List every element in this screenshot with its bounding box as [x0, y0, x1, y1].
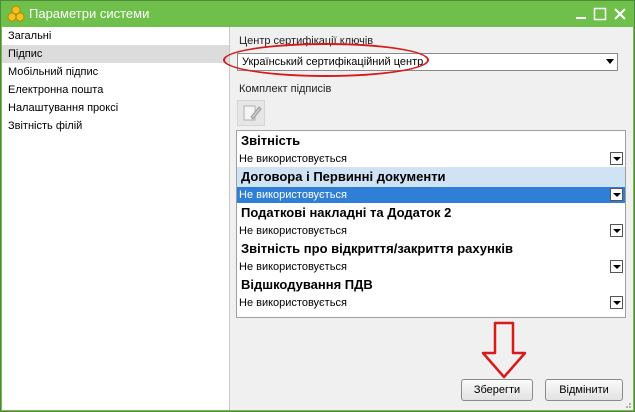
- nav-item-email[interactable]: Електронна пошта: [2, 81, 229, 99]
- ca-label: Центр сертифікації ключів: [239, 35, 374, 47]
- nav-item-general[interactable]: Загальні: [2, 27, 229, 45]
- ca-select-value: Український сертифікаційний центр: [242, 56, 424, 68]
- group-title: Податкові накладні та Додаток 2: [241, 205, 452, 220]
- close-icon[interactable]: [613, 7, 627, 21]
- group-title: Звітність про відкриття/закриття рахункі…: [241, 241, 513, 256]
- group-value-select[interactable]: Не використовується: [237, 223, 625, 239]
- settings-window: Параметри системи Загальні Підпис Мобіль…: [0, 0, 635, 412]
- group-value: Не використовується: [239, 225, 347, 237]
- group-value-select[interactable]: Не використовується: [237, 151, 625, 167]
- cancel-button[interactable]: Відмінити: [545, 379, 623, 401]
- nav-item-signature[interactable]: Підпис: [2, 45, 229, 63]
- minimize-icon[interactable]: [574, 7, 588, 21]
- group-title: Відшкодування ПДВ: [241, 277, 373, 292]
- annotation-arrow-icon: [481, 321, 527, 379]
- group-value: Не використовується: [239, 153, 347, 165]
- group-value: Не використовується: [239, 189, 347, 201]
- dropdown-arrow-icon[interactable]: [610, 260, 623, 273]
- signature-group: Договора і Первинні документи Не викорис…: [237, 167, 625, 203]
- group-title: Звітність: [241, 133, 301, 148]
- ca-select[interactable]: Український сертифікаційний центр: [237, 53, 618, 71]
- settings-nav: Загальні Підпис Мобільний підпис Електро…: [2, 27, 230, 410]
- title-bar[interactable]: Параметри системи: [1, 1, 634, 27]
- resize-grip-icon[interactable]: [622, 399, 632, 409]
- signature-kit-label: Комплект підписів: [239, 83, 332, 95]
- group-value-select[interactable]: Не використовується: [237, 259, 625, 275]
- group-value-select[interactable]: Не використовується: [237, 187, 625, 203]
- edit-kit-button[interactable]: [237, 100, 265, 126]
- group-value: Не використовується: [239, 261, 347, 273]
- save-button[interactable]: Зберегти: [461, 379, 533, 401]
- window-title: Параметри системи: [29, 6, 150, 21]
- nav-item-mobile-signature[interactable]: Мобільний підпис: [2, 63, 229, 81]
- nav-item-proxy-settings[interactable]: Налаштування проксі: [2, 99, 229, 117]
- group-value-select[interactable]: Не використовується: [237, 295, 625, 311]
- signature-group: Відшкодування ПДВ Не використовується: [237, 275, 625, 311]
- chevron-down-icon: [606, 59, 614, 64]
- group-title: Договора і Первинні документи: [237, 167, 625, 187]
- signature-groups-list: Звітність Не використовується Договора і…: [236, 130, 626, 318]
- signature-group: Податкові накладні та Додаток 2 Не викор…: [237, 203, 625, 239]
- dropdown-arrow-icon[interactable]: [610, 152, 623, 165]
- signature-group: Звітність Не використовується: [237, 131, 625, 167]
- app-logo-icon: [7, 5, 25, 22]
- nav-item-branch-reporting[interactable]: Звітність філій: [2, 117, 229, 135]
- dropdown-arrow-icon[interactable]: [610, 188, 623, 201]
- group-value: Не використовується: [239, 297, 347, 309]
- dropdown-arrow-icon[interactable]: [610, 296, 623, 309]
- dropdown-arrow-icon[interactable]: [610, 224, 623, 237]
- maximize-icon[interactable]: [593, 7, 607, 21]
- pencil-icon: [243, 105, 262, 121]
- signature-group: Звітність про відкриття/закриття рахункі…: [237, 239, 625, 275]
